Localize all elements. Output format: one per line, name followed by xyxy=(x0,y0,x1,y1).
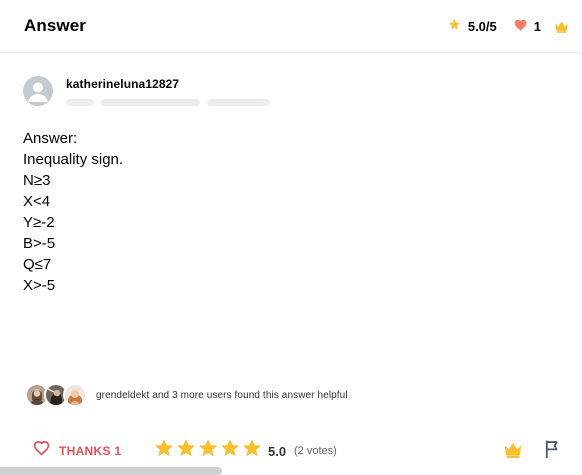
answer-line: B>-5 xyxy=(23,235,56,252)
rating-score: 5.0 xyxy=(268,444,287,459)
author-info: katherineluna12827 xyxy=(66,77,270,106)
crown-icon[interactable] xyxy=(503,441,523,463)
rate-star-3[interactable] xyxy=(198,438,218,458)
answer-line: Q≤7 xyxy=(23,256,52,273)
flag-icon[interactable] xyxy=(544,440,561,463)
helpful-users: grendeldekt and 3 more users found this … xyxy=(25,383,348,407)
vote-count: (2 votes) xyxy=(294,445,337,457)
heart-icon xyxy=(514,19,527,34)
rate-star-1[interactable] xyxy=(154,438,174,458)
helpful-avatars xyxy=(25,383,87,407)
rate-star-2[interactable] xyxy=(176,438,196,458)
answer-author: katherineluna12827 xyxy=(23,76,270,106)
author-placeholder xyxy=(66,99,270,106)
hearts-count: 1 xyxy=(533,18,541,34)
thanks-button[interactable]: THANKS 1 xyxy=(33,440,121,461)
placeholder-bar xyxy=(66,99,94,106)
hearts-summary: 1 xyxy=(514,19,541,34)
placeholder-bar xyxy=(207,99,270,106)
answer-line: Y≥-2 xyxy=(23,214,55,231)
helpful-text: grendeldekt and 3 more users found this … xyxy=(96,389,348,401)
answer-footer: THANKS 1 5.0 (2 votes) xyxy=(0,436,582,464)
answer-line: N≥3 xyxy=(23,172,51,189)
answer-line: X<4 xyxy=(23,193,51,210)
thanks-label: THANKS 1 xyxy=(59,443,122,458)
crown-icon xyxy=(554,20,569,33)
avatar[interactable] xyxy=(63,383,87,407)
rating-stars xyxy=(154,438,262,458)
horizontal-scrollbar[interactable] xyxy=(0,467,222,475)
answer-line: Answer: xyxy=(23,130,78,147)
answer-line: X>-5 xyxy=(23,277,56,294)
star-icon xyxy=(448,18,461,34)
rating-summary: 5.0/5 xyxy=(448,18,497,34)
rating-value: 5.0/5 xyxy=(467,18,497,34)
answer-content: Answer: Inequality sign. N≥3 X<4 Y≥-2 B>… xyxy=(23,128,123,296)
answer-title: Answer xyxy=(24,16,87,35)
avatar[interactable] xyxy=(23,76,53,106)
rate-star-5[interactable] xyxy=(242,438,262,458)
answer-line: Inequality sign. xyxy=(23,151,124,168)
heart-outline-icon xyxy=(33,440,50,461)
rate-star-4[interactable] xyxy=(220,438,240,458)
author-username[interactable]: katherineluna12827 xyxy=(66,77,270,91)
answer-header: Answer 5.0/5 1 xyxy=(0,0,582,53)
header-stats: 5.0/5 1 xyxy=(448,18,569,34)
placeholder-bar xyxy=(101,99,200,106)
